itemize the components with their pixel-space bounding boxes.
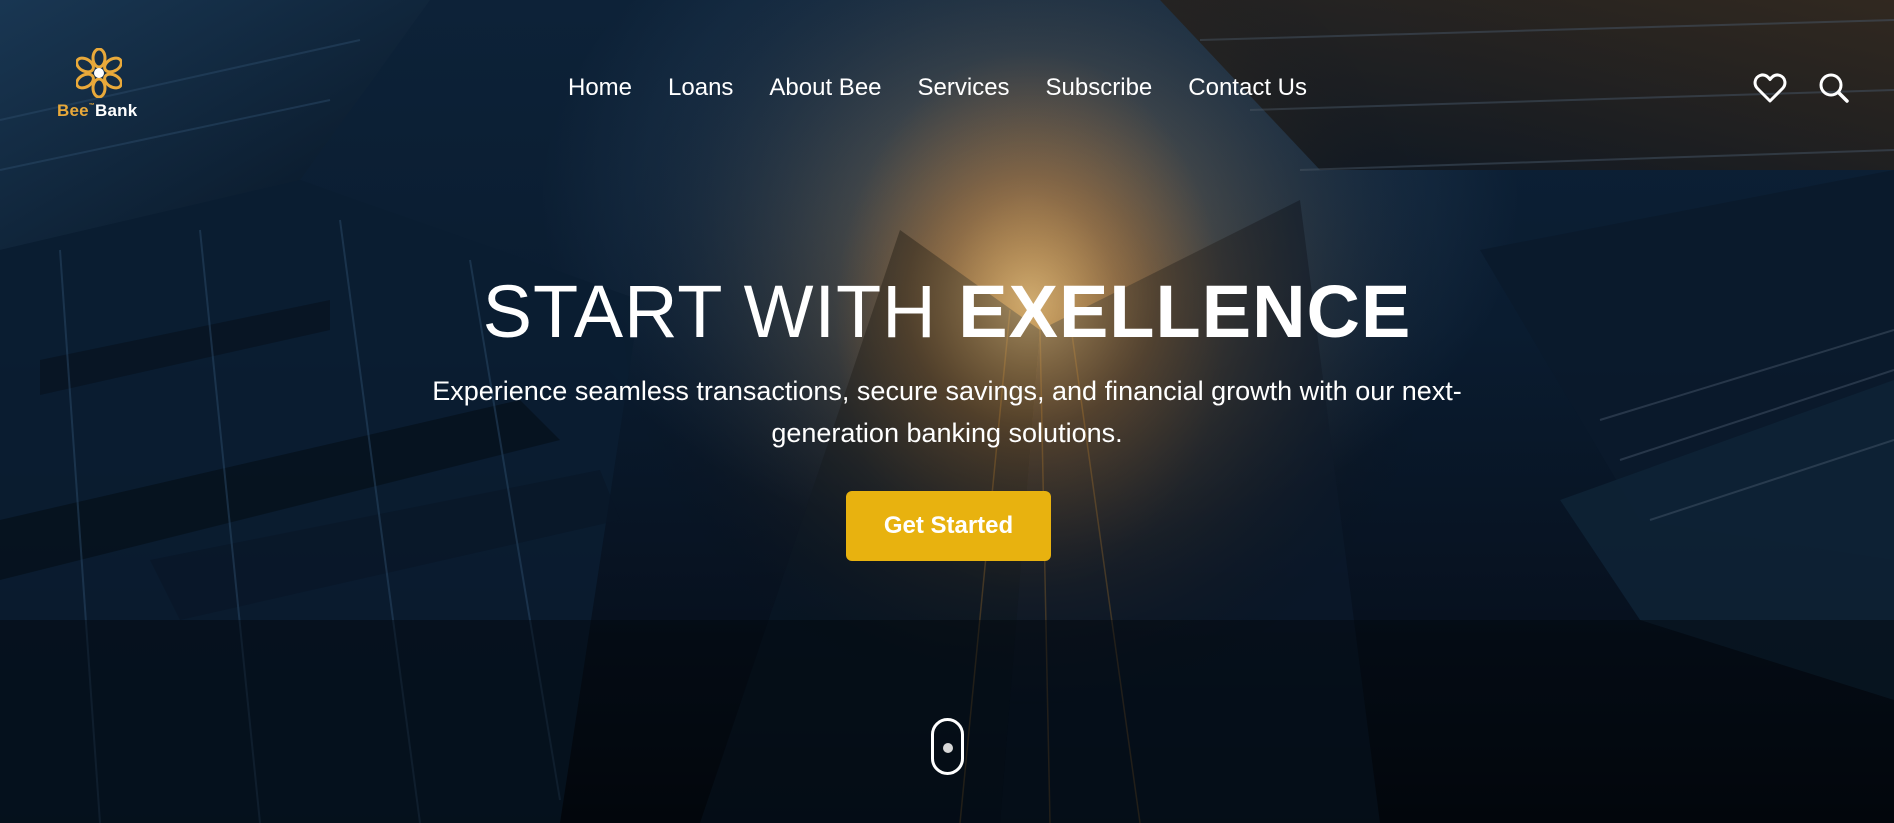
main-menu: Home Loans About Bee Services Subscribe … <box>568 72 1307 104</box>
nav-link-home[interactable]: Home <box>568 72 632 104</box>
get-started-button[interactable]: Get Started <box>846 491 1051 561</box>
bee-flower-logo-icon <box>76 48 122 98</box>
scroll-mouse-icon[interactable] <box>931 718 964 775</box>
nav-link-loans[interactable]: Loans <box>668 72 733 104</box>
headline-bold-text: EXELLENCE <box>958 270 1412 353</box>
top-navigation: Bee™Bank Home Loans About Bee Services S… <box>0 0 1894 175</box>
hero-section: Bee™Bank Home Loans About Bee Services S… <box>0 0 1894 823</box>
nav-link-subscribe[interactable]: Subscribe <box>1046 72 1153 104</box>
brand-logo[interactable]: Bee™Bank <box>54 48 146 124</box>
hero-subtext: Experience seamless transactions, secure… <box>432 376 1462 448</box>
nav-link-contact-us[interactable]: Contact Us <box>1188 72 1307 104</box>
scroll-dot <box>943 743 953 753</box>
search-icon[interactable] <box>1816 70 1852 106</box>
nav-link-services[interactable]: Services <box>918 72 1010 104</box>
heart-icon[interactable] <box>1752 70 1788 106</box>
nav-link-about-bee[interactable]: About Bee <box>769 72 881 104</box>
hero-headline: START WITH EXELLENCE <box>0 268 1894 356</box>
headline-light-text: START WITH <box>482 270 959 353</box>
brand-wordmark: Bee™Bank <box>57 101 138 120</box>
